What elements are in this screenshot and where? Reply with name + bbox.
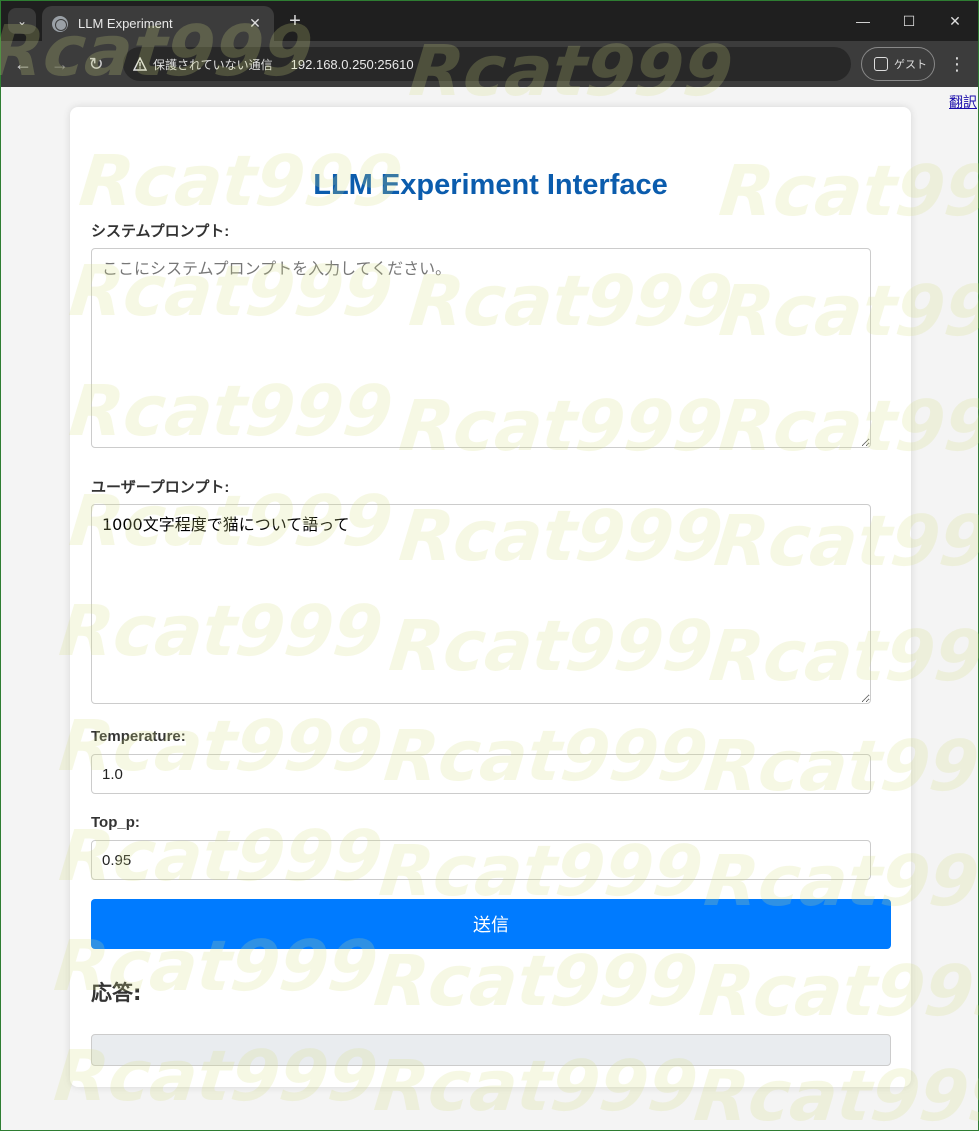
chevron-down-icon: ⌄: [16, 14, 28, 28]
globe-icon: [52, 15, 68, 32]
person-icon: [874, 57, 888, 71]
tab-bar: ⌄ LLM Experiment ✕ + — ☐ ✕: [1, 1, 978, 41]
new-tab-button[interactable]: +: [284, 10, 306, 32]
tab-llm-experiment[interactable]: LLM Experiment ✕: [42, 6, 274, 41]
submit-button[interactable]: 送信: [91, 899, 891, 949]
close-window-button[interactable]: ✕: [932, 7, 978, 35]
profile-label: ゲスト: [894, 59, 927, 71]
temperature-input[interactable]: [91, 754, 871, 794]
close-tab-icon[interactable]: ✕: [246, 15, 264, 33]
user-prompt-label: ユーザープロンプト:: [91, 479, 230, 496]
translate-link[interactable]: 翻訳: [949, 92, 977, 112]
page-viewport: 翻訳 LLM Experiment Interface システムプロンプト: ユ…: [1, 87, 978, 1130]
temperature-label: Temperature:: [91, 728, 186, 745]
more-menu-icon[interactable]: ⋮: [945, 50, 969, 78]
tab-search-button[interactable]: ⌄: [8, 8, 36, 34]
response-heading: 応答:: [91, 981, 142, 1005]
url-text[interactable]: 192.168.0.250:25610: [291, 57, 414, 72]
profile-button[interactable]: ゲスト: [861, 47, 935, 81]
experiment-form-card: LLM Experiment Interface システムプロンプト: ユーザー…: [70, 107, 911, 1087]
browser-toolbar: ← → ↻ 保護されていない通信 192.168.0.250:25610 ゲスト…: [1, 41, 978, 87]
security-indicator[interactable]: 保護されていない通信: [153, 56, 273, 73]
address-bar[interactable]: 保護されていない通信 192.168.0.250:25610: [123, 47, 851, 81]
warning-icon: [133, 57, 147, 71]
maximize-button[interactable]: ☐: [886, 7, 932, 35]
reload-button[interactable]: ↻: [82, 50, 110, 78]
top-p-input[interactable]: [91, 840, 871, 880]
system-prompt-label: システムプロンプト:: [91, 223, 230, 240]
browser-window: ⌄ LLM Experiment ✕ + — ☐ ✕ ← → ↻ 保護されていな…: [0, 0, 979, 1131]
response-output: [91, 1034, 891, 1066]
forward-button[interactable]: →: [46, 50, 74, 78]
minimize-button[interactable]: —: [840, 7, 886, 35]
back-button[interactable]: ←: [9, 50, 37, 78]
tab-title: LLM Experiment: [78, 16, 173, 31]
system-prompt-textarea[interactable]: [91, 248, 871, 448]
page-title: LLM Experiment Interface: [313, 169, 668, 201]
top-p-label: Top_p:: [91, 814, 140, 831]
user-prompt-textarea[interactable]: 1000文字程度で猫について語って: [91, 504, 871, 704]
